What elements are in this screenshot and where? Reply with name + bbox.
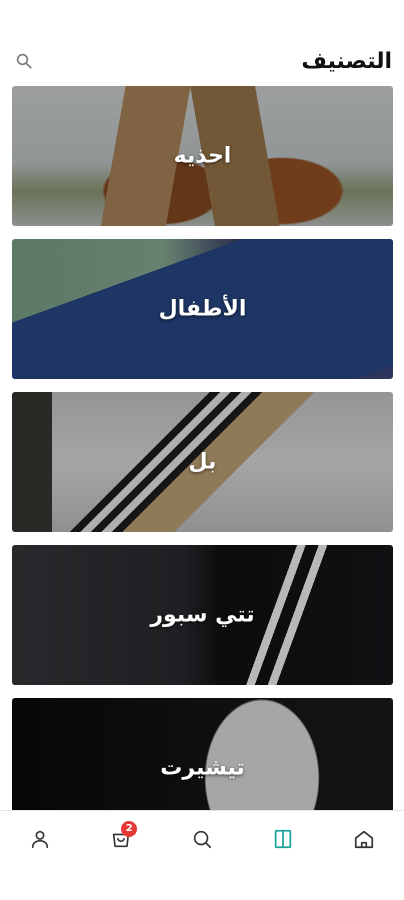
category-list: احذيه الأطفال بل تتي سبور تيشيرت [12, 86, 393, 851]
page-title: التصنيف [301, 48, 392, 74]
app-header: التصنيف [12, 44, 392, 78]
search-icon[interactable] [12, 49, 36, 73]
category-card-pullover[interactable]: بل [12, 392, 393, 532]
nav-categories[interactable] [263, 819, 303, 859]
nav-home[interactable] [344, 819, 384, 859]
home-icon [354, 830, 373, 848]
category-label: الأطفال [158, 296, 247, 322]
category-card-kids[interactable]: الأطفال [12, 239, 393, 379]
categories-icon [274, 829, 291, 848]
category-label: تتي سبور [150, 602, 255, 628]
category-label: بل [188, 449, 217, 475]
category-card-tracksuit[interactable]: تتي سبور [12, 545, 393, 685]
nav-profile[interactable] [20, 819, 60, 859]
category-label: تيشيرت [160, 755, 245, 781]
nav-cart[interactable]: 2 [101, 819, 141, 859]
category-label: احذيه [173, 143, 232, 169]
category-card-shoes[interactable]: احذيه [12, 86, 393, 226]
search-icon [193, 830, 212, 848]
user-icon [32, 830, 49, 848]
bottom-navigation: 2 [0, 810, 404, 866]
nav-search[interactable] [182, 819, 222, 859]
cart-count-badge: 2 [121, 820, 138, 837]
